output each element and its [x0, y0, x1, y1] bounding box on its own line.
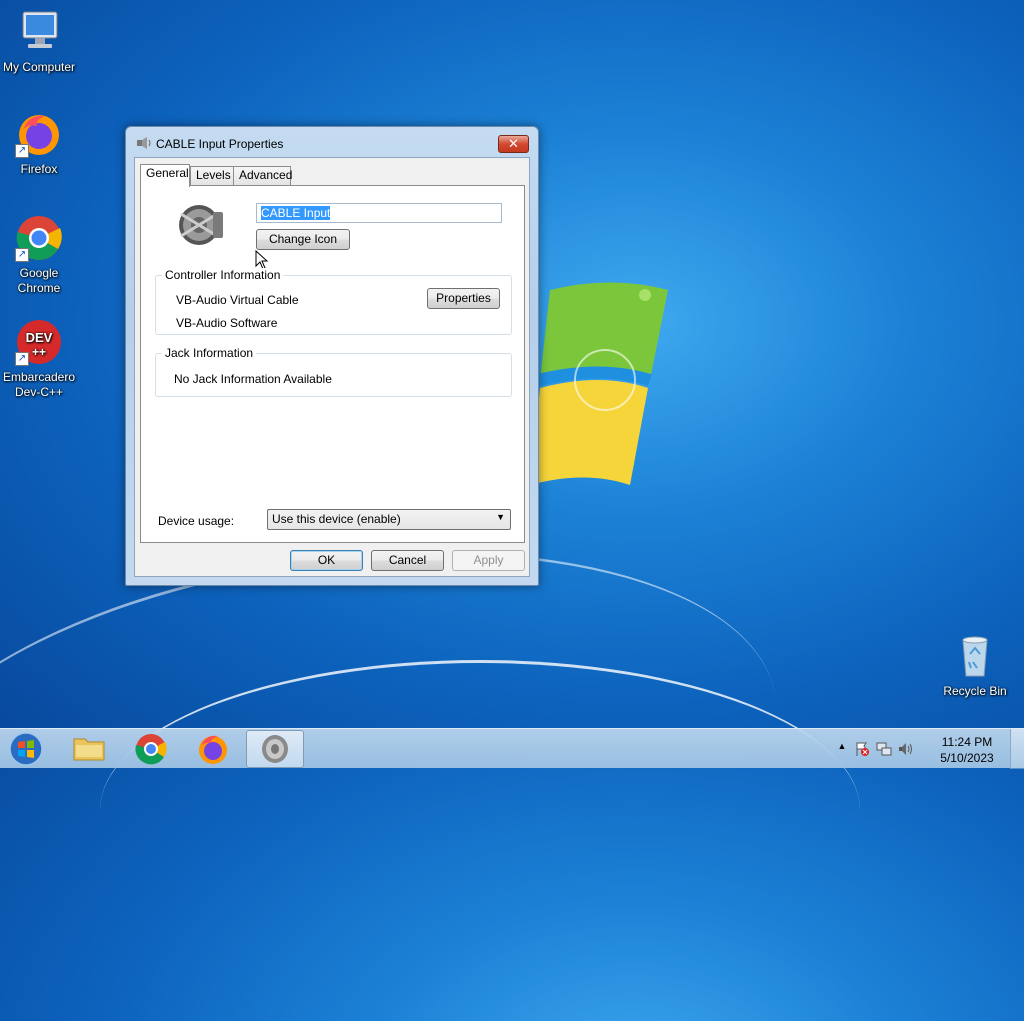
- firefox-icon: [199, 735, 227, 764]
- close-icon: ✕: [508, 136, 519, 151]
- button-label: Apply: [473, 553, 504, 567]
- desktop-icon-recycle-bin[interactable]: Recycle Bin: [935, 632, 1015, 699]
- shortcut-arrow-icon: ↗: [15, 248, 29, 262]
- controller-vendor: VB-Audio Software: [176, 316, 278, 330]
- tab-label: General: [146, 166, 189, 180]
- desktop-icon-label: Recycle Bin: [943, 684, 1007, 698]
- speaker-device-icon: [179, 205, 223, 245]
- device-usage-label: Device usage:: [158, 514, 235, 528]
- show-hidden-icons-chevron-icon[interactable]: ▲: [834, 741, 850, 757]
- computer-icon: [15, 8, 63, 56]
- windows-start-icon: [9, 732, 43, 766]
- desktop-icon-firefox[interactable]: ↗ Firefox: [0, 110, 79, 177]
- desktop-icon-label: My Computer: [2, 60, 76, 74]
- button-label: Change Icon: [268, 232, 338, 246]
- windows-flag-logo: [530, 282, 668, 485]
- button-label: OK: [317, 553, 336, 567]
- chrome-icon: ↗: [15, 214, 63, 262]
- tab-levels[interactable]: Levels: [190, 166, 234, 185]
- group-heading: Jack Information: [162, 346, 257, 360]
- controller-properties-button[interactable]: Properties: [427, 288, 500, 309]
- cable-input-properties-dialog: CABLE Input Properties ✕ General Levels …: [125, 126, 539, 586]
- desktop-icon-label: Firefox: [20, 162, 58, 176]
- controller-information-group: Controller Information VB-Audio Virtual …: [155, 268, 512, 335]
- svg-text:++: ++: [32, 345, 46, 359]
- show-desktop-button[interactable]: [1010, 729, 1024, 769]
- clock-date: 5/10/2023: [940, 751, 994, 765]
- apply-button[interactable]: Apply: [452, 550, 525, 571]
- chrome-icon: [135, 734, 167, 765]
- taskbar-firefox[interactable]: [184, 730, 242, 768]
- start-button[interactable]: [6, 731, 46, 767]
- shortcut-arrow-icon: ↗: [15, 144, 29, 158]
- desktop-icon-label: Embarcadero Dev-C++: [2, 370, 76, 399]
- mouse-cursor-icon: [255, 250, 269, 270]
- controller-name: VB-Audio Virtual Cable: [176, 293, 299, 307]
- device-name-input[interactable]: CABLE Input: [256, 203, 502, 223]
- shortcut-arrow-icon: ↗: [15, 352, 29, 366]
- action-center-flag-icon[interactable]: [854, 741, 870, 757]
- wallpaper-streak: [100, 660, 860, 960]
- taskbar: ▲ 11:24 PM 5/10/2023: [0, 728, 1024, 769]
- device-usage-value: Use this device (enable): [272, 512, 401, 526]
- button-label: Properties: [436, 291, 491, 305]
- speaker-icon: [262, 735, 288, 763]
- taskbar-sound-dialog[interactable]: [246, 730, 304, 768]
- folder-icon: [73, 738, 105, 761]
- close-button[interactable]: ✕: [498, 135, 529, 153]
- network-icon[interactable]: [876, 741, 892, 757]
- device-name-selection: CABLE Input: [261, 206, 331, 220]
- taskbar-clock[interactable]: 11:24 PM 5/10/2023: [932, 734, 1002, 766]
- devcpp-icon: DEV ++ ↗: [15, 318, 63, 366]
- system-tray: ▲ 11:24 PM 5/10/2023: [834, 729, 1024, 769]
- chevron-down-icon: ▼: [496, 512, 505, 522]
- desktop-icon-chrome[interactable]: ↗ Google Chrome: [0, 214, 79, 296]
- cancel-button[interactable]: Cancel: [371, 550, 444, 571]
- tab-general[interactable]: General: [140, 164, 190, 187]
- dialog-title: CABLE Input Properties: [156, 137, 284, 151]
- button-label: Cancel: [388, 553, 427, 567]
- firefox-icon: ↗: [15, 110, 63, 158]
- device-usage-dropdown[interactable]: Use this device (enable) ▼: [267, 509, 511, 530]
- dialog-titlebar[interactable]: CABLE Input Properties ✕: [126, 127, 538, 157]
- desktop-icon-label: Google Chrome: [17, 266, 61, 295]
- change-icon-button[interactable]: Change Icon: [256, 229, 350, 250]
- jack-information-group: Jack Information No Jack Information Ava…: [155, 346, 512, 397]
- jack-info-text: No Jack Information Available: [174, 372, 332, 386]
- volume-icon[interactable]: [898, 741, 914, 757]
- speaker-icon: [137, 137, 151, 149]
- tab-label: Advanced: [239, 168, 293, 182]
- recycle-bin-icon: [951, 632, 999, 680]
- ok-button[interactable]: OK: [290, 550, 363, 571]
- desktop-icon-devcpp[interactable]: DEV ++ ↗ Embarcadero Dev-C++: [0, 318, 79, 400]
- devcpp-logo-text: DEV: [26, 330, 53, 345]
- tab-advanced[interactable]: Advanced: [233, 166, 293, 185]
- desktop-icon-my-computer[interactable]: My Computer: [0, 8, 79, 75]
- general-tab-panel: CABLE Input Change Icon Controller Infor…: [140, 185, 525, 543]
- clock-time: 11:24 PM: [941, 735, 993, 749]
- tab-label: Levels: [196, 168, 231, 182]
- taskbar-explorer[interactable]: [60, 730, 118, 768]
- dialog-client-area: General Levels Advanced CABLE Input Chan: [134, 157, 530, 577]
- taskbar-chrome[interactable]: [122, 730, 180, 768]
- group-heading: Controller Information: [162, 268, 284, 282]
